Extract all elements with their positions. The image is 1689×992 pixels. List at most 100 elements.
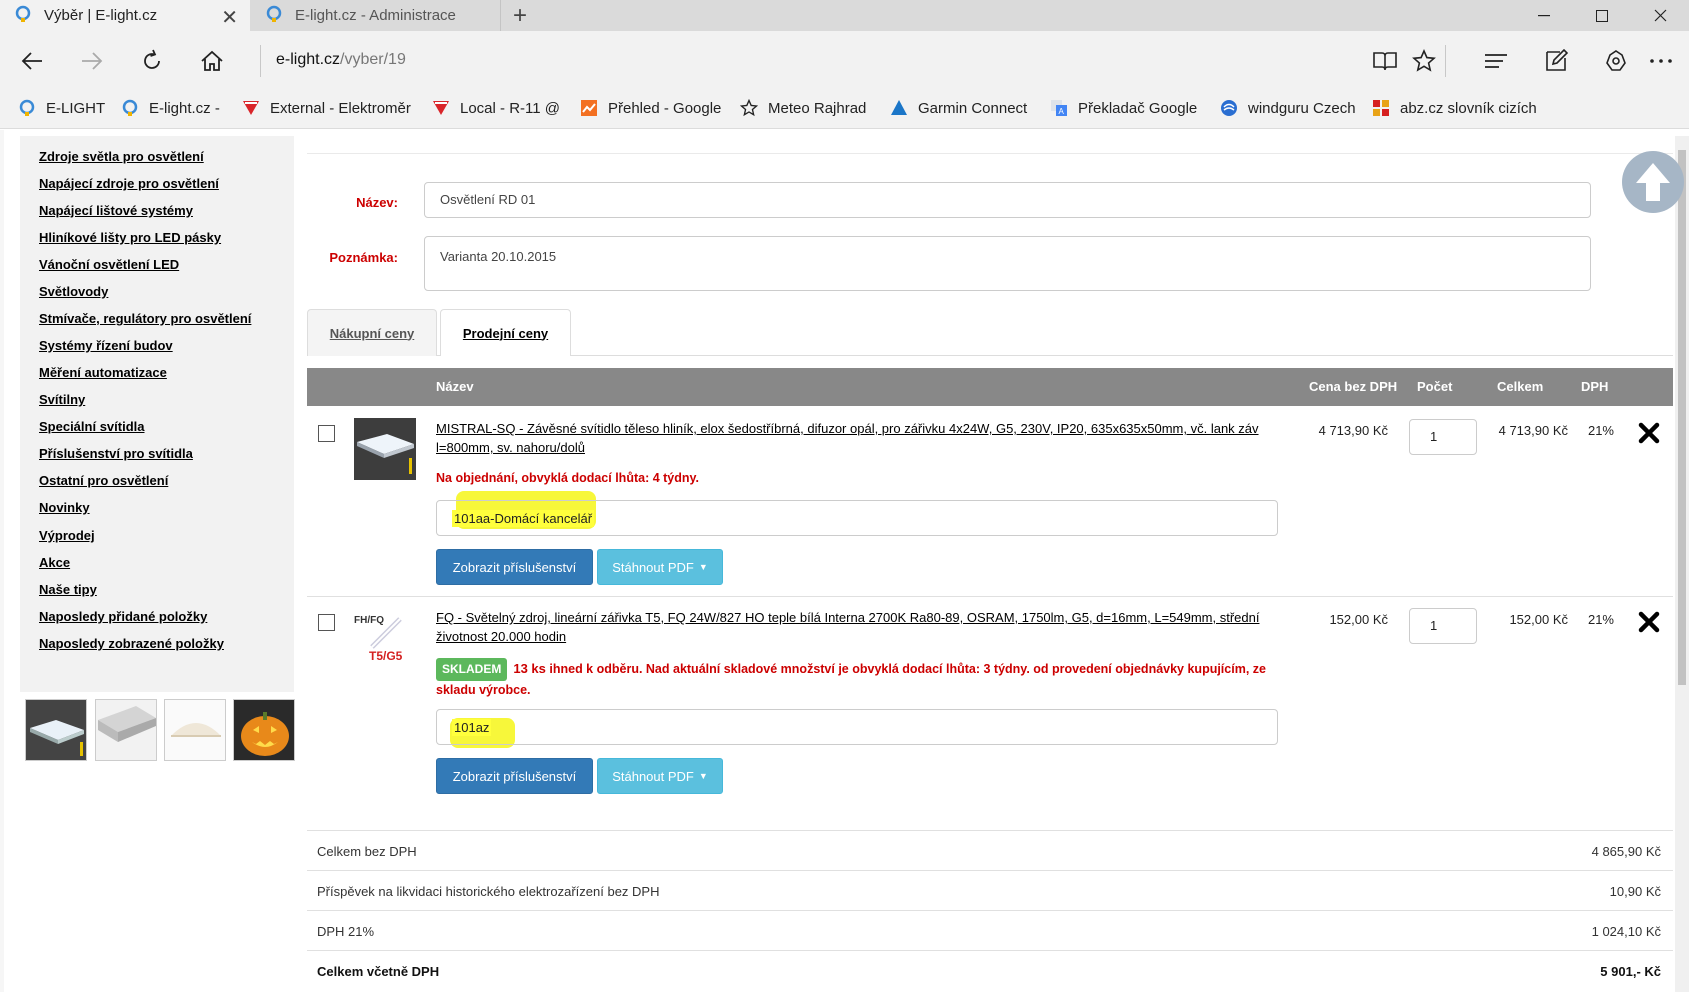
tab-administrace[interactable]: E-light.cz - Administrace bbox=[251, 0, 501, 31]
summary-value: 10,90 Kč bbox=[1609, 884, 1661, 899]
page-left-edge bbox=[0, 130, 4, 992]
show-accessories-button[interactable]: Zobrazit příslušenství bbox=[436, 549, 593, 585]
favorite-label: abz.cz slovník cizích bbox=[1400, 99, 1537, 117]
svg-text:A: A bbox=[1059, 107, 1065, 116]
thumbnail-aluminium-profile[interactable] bbox=[95, 699, 157, 761]
summary-row-subtotal: Celkem bez DPH 4 865,90 Kč bbox=[307, 830, 1673, 870]
stock-badge: SKLADEM bbox=[436, 658, 508, 681]
more-menu-icon[interactable] bbox=[1645, 45, 1677, 77]
minimize-icon[interactable] bbox=[1515, 0, 1573, 31]
summary-value: 1 024,10 Kč bbox=[1591, 924, 1661, 939]
sidebar-item-zdroje-svetla[interactable]: Zdroje světla pro osvětlení bbox=[39, 149, 204, 164]
sidebar-item-svitilny[interactable]: Svítilny bbox=[39, 392, 85, 407]
quantity-input[interactable]: 1 bbox=[1409, 419, 1477, 455]
name-input[interactable]: Osvětlení RD 01 bbox=[424, 182, 1591, 218]
scrollbar-thumb[interactable] bbox=[1678, 150, 1686, 685]
header-price-ex-vat: Cena bez DPH bbox=[1309, 379, 1398, 394]
favorite-abz[interactable]: abz.cz slovník cizích bbox=[1372, 99, 1537, 117]
home-icon[interactable] bbox=[196, 45, 228, 77]
sidebar-item-svetlovody[interactable]: Světlovody bbox=[39, 284, 108, 299]
sidebar-item-vanocni-osvetleni[interactable]: Vánoční osvětlení LED bbox=[39, 257, 179, 272]
favorite-prehled-google[interactable]: Přehled - Google bbox=[580, 99, 721, 117]
sidebar-item-listove-systemy[interactable]: Napájecí lištové systémy bbox=[39, 203, 193, 218]
row-price: 4 713,90 Kč bbox=[1318, 423, 1388, 438]
thumbnail-wall-light[interactable] bbox=[164, 699, 226, 761]
sidebar-item-napajeci-zdroje[interactable]: Napájecí zdroje pro osvětlení bbox=[39, 176, 219, 191]
window-close-icon[interactable] bbox=[1631, 0, 1689, 31]
room-input[interactable]: 101az bbox=[436, 709, 1278, 745]
web-note-icon[interactable] bbox=[1540, 45, 1572, 77]
sidebar-item-naposledy-zobrazene[interactable]: Naposledy zobrazené položky bbox=[39, 636, 224, 651]
download-pdf-button[interactable]: Stáhnout PDF ▼ bbox=[597, 549, 723, 585]
sidebar-item-akce[interactable]: Akce bbox=[39, 555, 70, 570]
sidebar-item-ostatni[interactable]: Ostatní pro osvětlení bbox=[39, 473, 168, 488]
sidebar-item-novinky[interactable]: Novinky bbox=[39, 500, 90, 515]
thumbnail-ceiling-light[interactable] bbox=[25, 699, 87, 761]
download-pdf-button[interactable]: Stáhnout PDF ▼ bbox=[597, 758, 723, 794]
address-bar[interactable]: e-light.cz/vyber/19 bbox=[276, 51, 406, 69]
product-link-mistral[interactable]: MISTRAL-SQ - Závěsné svítidlo těleso hli… bbox=[436, 419, 1281, 457]
sidebar-item-prislusenstvi[interactable]: Příslušenství pro svítidla bbox=[39, 446, 193, 461]
favorite-label: Přehled - Google bbox=[608, 99, 722, 117]
favorite-local-r11[interactable]: Local - R-11 @ bbox=[432, 99, 560, 117]
close-tab-icon[interactable]: ✕ bbox=[221, 5, 238, 30]
remove-item-icon[interactable] bbox=[1638, 611, 1660, 633]
room-input[interactable]: 101aa-Domácí kancelář bbox=[436, 500, 1278, 536]
refresh-icon[interactable] bbox=[136, 45, 168, 77]
sidebar-item-stmivace[interactable]: Stmívače, regulátory pro osvětlení bbox=[39, 311, 251, 326]
favorite-meteo-rajhrad[interactable]: Meteo Rajhrad bbox=[740, 99, 866, 117]
favorites-bar: E-LIGHT E-light.cz - External - Elektrom… bbox=[0, 89, 1689, 129]
forward-arrow-icon[interactable] bbox=[76, 45, 108, 77]
favorite-star-icon[interactable] bbox=[1408, 45, 1440, 77]
favorite-label: Překladač Google bbox=[1078, 99, 1198, 117]
tab-sale-prices[interactable]: Prodejní ceny bbox=[440, 309, 571, 356]
stock-info: SKLADEM 13 ks ihned k odběru. Nad aktuáln… bbox=[436, 658, 1281, 700]
back-arrow-icon[interactable] bbox=[16, 45, 48, 77]
product-image-mistral[interactable] bbox=[354, 418, 416, 480]
sidebar-item-mereni[interactable]: Měření automatizace bbox=[39, 365, 167, 380]
star-icon bbox=[740, 99, 758, 117]
thumbnail-pumpkin[interactable] bbox=[233, 699, 295, 761]
availability-text: ihned k odběru. Nad aktuální skladové mn… bbox=[436, 662, 1266, 697]
hub-icon[interactable] bbox=[1480, 45, 1512, 77]
sidebar-item-systemy-rizeni[interactable]: Systémy řízení budov bbox=[39, 338, 173, 353]
maximize-icon[interactable] bbox=[1573, 0, 1631, 31]
show-accessories-button[interactable]: Zobrazit příslušenství bbox=[436, 758, 593, 794]
product-image-fq[interactable]: FH/FQ T5/G5 bbox=[354, 607, 416, 669]
quantity-input[interactable]: 1 bbox=[1409, 608, 1477, 644]
sidebar-item-vyprodej[interactable]: Výprodej bbox=[39, 528, 95, 543]
scroll-to-top-button[interactable] bbox=[1622, 151, 1684, 213]
reading-view-icon[interactable] bbox=[1369, 45, 1401, 77]
favorite-windguru[interactable]: windguru Czech bbox=[1220, 99, 1356, 117]
download-pdf-label: Stáhnout PDF bbox=[612, 768, 694, 784]
e-light-favicon bbox=[18, 99, 36, 117]
stock-quantity: 13 ks bbox=[513, 661, 546, 676]
row-checkbox[interactable] bbox=[318, 614, 335, 631]
favorite-garmin-connect[interactable]: Garmin Connect bbox=[890, 99, 1027, 117]
note-textarea[interactable]: Varianta 20.10.2015 bbox=[424, 236, 1591, 291]
favorite-e-light[interactable]: E-LIGHT bbox=[18, 99, 105, 117]
share-icon[interactable] bbox=[1600, 45, 1632, 77]
favorite-label: E-light.cz - bbox=[149, 99, 220, 117]
row-total: 152,00 Kč bbox=[1509, 612, 1568, 627]
favorite-external-elektromer[interactable]: External - Elektroměr bbox=[242, 99, 411, 117]
e-light-favicon bbox=[121, 99, 139, 117]
favorite-e-light-cz[interactable]: E-light.cz - bbox=[121, 99, 220, 117]
summary-row-vat: DPH 21% 1 024,10 Kč bbox=[307, 910, 1673, 950]
row-checkbox[interactable] bbox=[318, 425, 335, 442]
sidebar-item-naposledy-pridane[interactable]: Naposledy přidané položky bbox=[39, 609, 207, 624]
sidebar-item-specialni-svitidla[interactable]: Speciální svítidla bbox=[39, 419, 145, 434]
sidebar-item-nase-tipy[interactable]: Naše tipy bbox=[39, 582, 97, 597]
garmin-triangle-icon bbox=[890, 99, 908, 117]
caret-down-icon: ▼ bbox=[698, 562, 708, 572]
new-tab-icon[interactable]: + bbox=[513, 2, 527, 30]
google-translate-icon: A bbox=[1050, 99, 1068, 117]
availability-text: Na objednání, obvyklá dodací lhůta: 4 tý… bbox=[436, 471, 700, 485]
favorite-label: Garmin Connect bbox=[918, 99, 1028, 117]
remove-item-icon[interactable] bbox=[1638, 422, 1660, 444]
tab-purchase-prices[interactable]: Nákupní ceny bbox=[307, 309, 437, 356]
product-link-fq[interactable]: FQ - Světelný zdroj, lineární zářivka T5… bbox=[436, 608, 1281, 646]
tab-vyber[interactable]: Výběr | E-light.cz ✕ bbox=[0, 0, 250, 31]
sidebar-item-hlinikove-listy[interactable]: Hliníkové lišty pro LED pásky bbox=[39, 230, 221, 245]
favorite-google-translate[interactable]: A Překladač Google bbox=[1050, 99, 1197, 117]
